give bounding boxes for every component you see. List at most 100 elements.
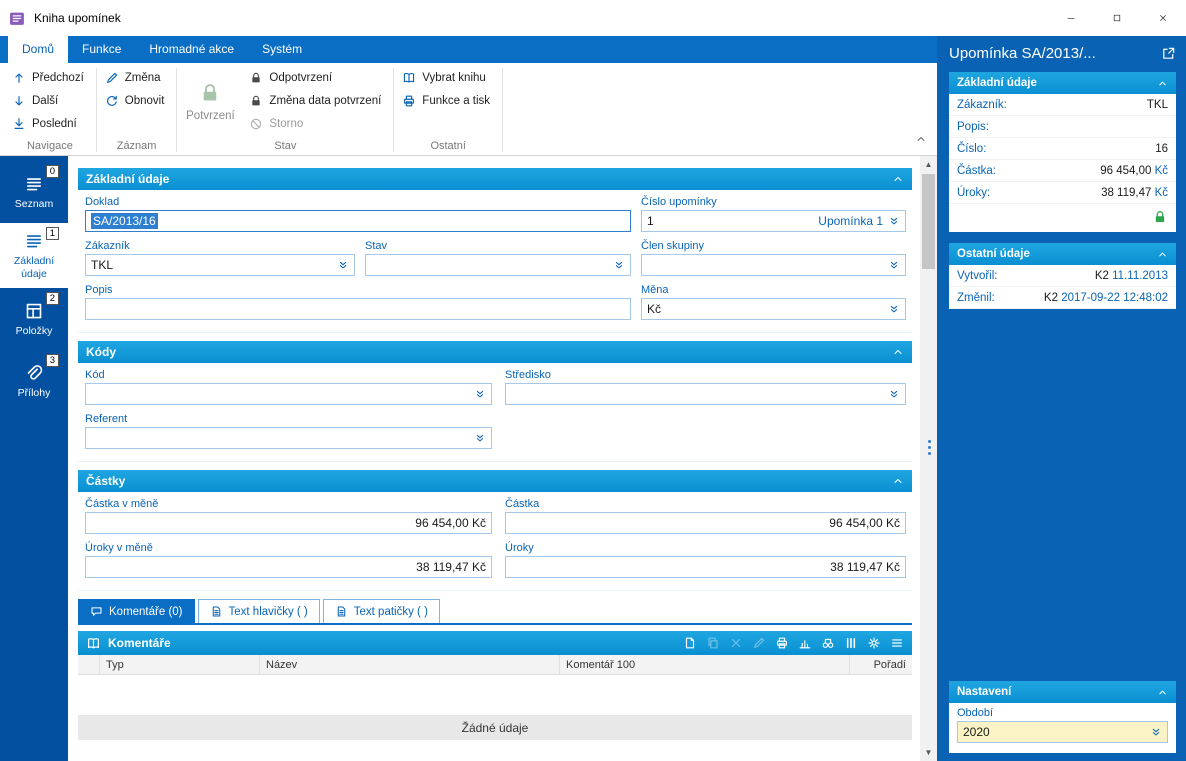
popis-input[interactable] [85, 298, 631, 320]
comments-grid: Komentáře Typ Název Komentář 100 Pořadí … [78, 631, 912, 761]
scroll-down-arrow[interactable]: ▼ [920, 744, 937, 761]
collapse-chevron-icon[interactable] [892, 173, 904, 185]
zmena-data-potvrzeni-button[interactable]: Změna data potvrzení [245, 90, 389, 111]
grid-icon [24, 301, 44, 321]
kod-input[interactable] [85, 383, 492, 405]
print-icon[interactable] [775, 636, 789, 650]
settings-icon[interactable] [867, 636, 881, 650]
zmena-label: Změna [124, 71, 161, 84]
scroll-up-arrow[interactable]: ▲ [920, 156, 937, 173]
minimize-button[interactable] [1048, 0, 1094, 36]
vybrat-knihu-button[interactable]: Vybrat knihu [398, 67, 498, 88]
dropdown-icon[interactable] [1150, 726, 1162, 738]
document-icon [210, 605, 223, 618]
odpotvrzeni-button[interactable]: Odpotvrzení [245, 67, 389, 88]
badge: 2 [45, 292, 59, 306]
vertical-scrollbar[interactable]: ▲ ▼ [920, 156, 937, 761]
obdobi-input[interactable]: 2020 [957, 721, 1168, 743]
column-header-poradi[interactable]: Pořadí [850, 655, 912, 674]
zmena-button[interactable]: Změna [101, 67, 173, 88]
card-header-nastaveni[interactable]: Nastavení [949, 681, 1176, 703]
menu-icon[interactable] [890, 636, 904, 650]
castka-input[interactable]: 96 454,00 Kč [505, 512, 906, 534]
potvrzeni-button[interactable]: Potvrzení [181, 67, 239, 136]
dropdown-icon[interactable] [888, 215, 900, 227]
collapse-chevron-icon[interactable] [892, 346, 904, 358]
posledni-button[interactable]: Poslední [8, 113, 92, 134]
collapse-chevron-icon[interactable] [1157, 249, 1168, 260]
field-uroky: Úroky 38 119,47 Kč [505, 542, 906, 578]
new-document-icon[interactable] [683, 636, 697, 650]
scrollbar-thumb[interactable] [922, 174, 935, 269]
dropdown-icon[interactable] [888, 259, 900, 271]
tab-komentare[interactable]: Komentáře (0) [78, 599, 195, 623]
chart-icon[interactable] [798, 636, 812, 650]
tab-text-hlavicky[interactable]: Text hlavičky ( ) [197, 599, 320, 623]
zakaznik-input[interactable]: TKL [85, 254, 355, 276]
predchozi-button[interactable]: Předchozí [8, 67, 92, 88]
tab-domu[interactable]: Domů [8, 36, 69, 63]
uroky-input[interactable]: 38 119,47 Kč [505, 556, 906, 578]
app-icon [10, 12, 24, 25]
preview-row: Úroky: 38 119,47 Kč [949, 182, 1176, 204]
tab-funkce[interactable]: Funkce [68, 36, 135, 63]
preview-row: Zákazník: TKL [949, 94, 1176, 116]
search-icon[interactable] [821, 636, 835, 650]
tab-system[interactable]: Systém [248, 36, 316, 63]
field-label: Částka [505, 498, 540, 510]
obnovit-button[interactable]: Obnovit [101, 90, 173, 111]
printer-icon [402, 94, 416, 108]
section-header-zakladni-udaje[interactable]: Základní údaje [78, 168, 912, 190]
column-header-komentar[interactable]: Komentář 100 [560, 655, 850, 674]
dropdown-icon[interactable] [888, 303, 900, 315]
section-zakladni-udaje: Základní údaje Doklad SA/2013/16 Číslo u… [78, 168, 912, 333]
stav-input[interactable] [365, 254, 631, 276]
dalsi-label: Další [32, 94, 59, 107]
dropdown-icon[interactable] [474, 388, 486, 400]
dropdown-icon[interactable] [474, 432, 486, 444]
column-header-typ[interactable]: Typ [100, 655, 260, 674]
ribbon-collapse-button[interactable] [915, 132, 927, 150]
cislo-upominky-input[interactable]: 1 Upomínka 1 [641, 210, 906, 232]
panel-splitter[interactable] [928, 440, 931, 456]
section-header-kody[interactable]: Kódy [78, 341, 912, 363]
maximize-button[interactable] [1094, 0, 1140, 36]
collapse-chevron-icon[interactable] [1157, 78, 1168, 89]
field-label: Číslo upomínky [641, 196, 717, 208]
close-button[interactable] [1140, 0, 1186, 36]
referent-input[interactable] [85, 427, 492, 449]
sidebar-item-seznam[interactable]: 0 Seznam [0, 161, 68, 223]
collapse-chevron-icon[interactable] [892, 475, 904, 487]
badge: 3 [45, 354, 59, 368]
preview-panel: Upomínka SA/2013/... Základní údaje Záka… [937, 36, 1186, 761]
sidebar-item-polozky[interactable]: 2 Položky [0, 288, 68, 350]
columns-icon[interactable] [844, 636, 858, 650]
section-header-castky[interactable]: Částky [78, 470, 912, 492]
collapse-chevron-icon[interactable] [1157, 687, 1168, 698]
sidebar-item-prilohy[interactable]: 3 Přílohy [0, 350, 68, 412]
dalsi-button[interactable]: Další [8, 90, 92, 111]
tab-text-paticky[interactable]: Text patičky ( ) [322, 599, 440, 623]
ribbon-group-zaznam: Změna Obnovit Záznam [97, 65, 177, 155]
sidebar-item-zakladni-udaje[interactable]: 1 Základní údaje [0, 223, 68, 289]
card-header-ostatni-udaje[interactable]: Ostatní údaje [949, 243, 1176, 265]
dropdown-icon[interactable] [337, 259, 349, 271]
doklad-input[interactable]: SA/2013/16 [85, 210, 631, 232]
castka-v-mene-input[interactable]: 96 454,00 Kč [85, 512, 492, 534]
maximize-icon [1112, 13, 1122, 23]
stredisko-input[interactable] [505, 383, 906, 405]
open-in-window-icon[interactable] [1161, 46, 1176, 61]
card-header-zakladni-udaje[interactable]: Základní údaje [949, 72, 1176, 94]
column-header-nazev[interactable]: Název [260, 655, 560, 674]
mena-input[interactable]: Kč [641, 298, 906, 320]
tab-hromadne-akce[interactable]: Hromadné akce [135, 36, 248, 63]
section-castky: Částky Částka v měně 96 454,00 Kč Částka… [78, 470, 912, 591]
dropdown-icon[interactable] [613, 259, 625, 271]
clen-skupiny-input[interactable] [641, 254, 906, 276]
bottom-tab-bar: Komentáře (0) Text hlavičky ( ) Text pat… [78, 599, 912, 623]
arrow-down-bar-icon [12, 117, 26, 131]
paperclip-icon [24, 363, 44, 383]
uroky-v-mene-input[interactable]: 38 119,47 Kč [85, 556, 492, 578]
dropdown-icon[interactable] [888, 388, 900, 400]
funkce-a-tisk-button[interactable]: Funkce a tisk [398, 90, 498, 111]
